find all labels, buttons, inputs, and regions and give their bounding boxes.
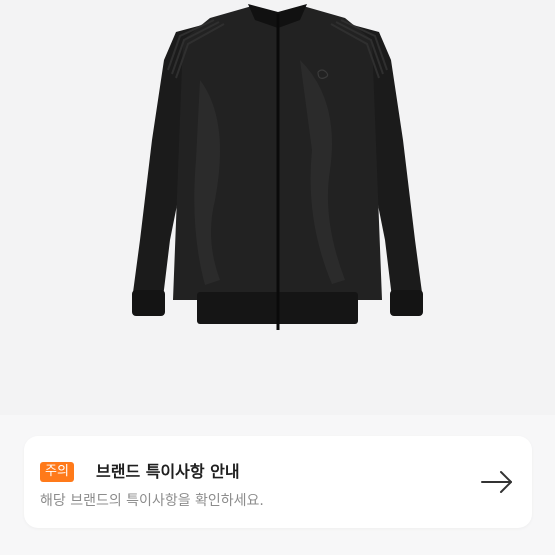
notice-title: 브랜드 특이사항 안내	[96, 462, 240, 481]
notice-description: 해당 브랜드의 특이사항을 확인하세요.	[40, 493, 264, 509]
brand-notice-card[interactable]: 주의 브랜드 특이사항 안내 해당 브랜드의 특이사항을 확인하세요.	[24, 436, 532, 528]
product-image	[132, 4, 423, 330]
right-cuff	[390, 290, 423, 316]
caution-badge: 주의	[40, 462, 74, 482]
left-cuff	[132, 290, 165, 316]
arrow-right-icon[interactable]	[480, 470, 514, 494]
product-image-area	[0, 0, 555, 415]
